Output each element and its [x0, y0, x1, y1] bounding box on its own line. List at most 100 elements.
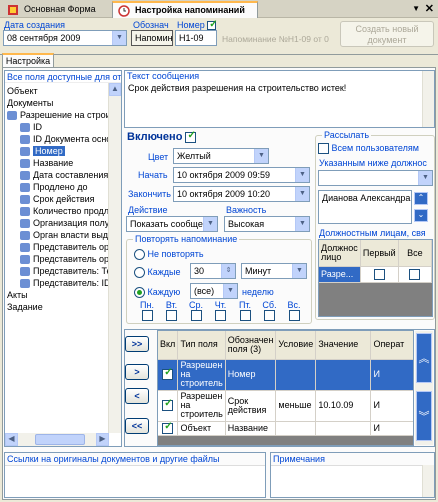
tree-item[interactable]: Представитель орга — [6, 253, 109, 265]
repeat-every-radio[interactable] — [134, 267, 145, 279]
tab-reminder-settings[interactable]: Настройка напоминаний — [112, 1, 258, 18]
all-users-option[interactable]: Всем пользователям — [318, 143, 419, 155]
cell-field[interactable]: Название — [225, 421, 277, 436]
cell-op[interactable]: И — [370, 390, 413, 422]
repeat-every-spinner[interactable]: 30 ⇕ — [190, 263, 236, 279]
tree-item[interactable]: ID — [6, 121, 109, 133]
recipients-list[interactable]: Дианова Александра — [318, 190, 412, 224]
repeat-each-radio[interactable] — [134, 287, 145, 299]
weekday-option[interactable]: Вс. — [283, 300, 305, 322]
designation-field[interactable]: Напомин — [131, 30, 173, 46]
chevron-down-icon[interactable]: ▼ — [295, 168, 309, 182]
repeat-unit-select[interactable]: Минут ▼ — [241, 263, 307, 279]
close-icon[interactable]: ✕ — [425, 2, 434, 15]
cell-value[interactable] — [315, 359, 372, 391]
column-header[interactable]: Тип поля — [177, 331, 226, 360]
weekday-checkbox[interactable] — [215, 310, 226, 322]
cell-cond[interactable] — [275, 359, 317, 391]
weekday-option[interactable]: Сб. — [259, 300, 281, 322]
scroll-left-icon[interactable]: ◀ — [5, 433, 18, 446]
cell-value[interactable]: 10.10.09 — [315, 390, 372, 422]
tree-item[interactable]: Представитель орга — [6, 241, 109, 253]
date-created-field[interactable]: 08 сентября 2009 ▼ — [3, 30, 127, 46]
tab-dropdown-icon[interactable]: ▼ — [412, 4, 420, 13]
all-users-checkbox[interactable] — [318, 143, 329, 155]
chevron-down-icon[interactable]: ▼ — [418, 171, 432, 185]
tree-item[interactable]: Продлено до — [6, 181, 109, 193]
table-row[interactable]: Разрешен на строительНомер И — [158, 359, 413, 391]
tree-item[interactable]: Акты — [6, 289, 109, 301]
cell-cond[interactable]: меньше — [275, 390, 317, 422]
vertical-scrollbar[interactable]: ▲ — [108, 83, 121, 433]
table-row[interactable]: Разрешен на строительСрок действияменьше… — [158, 390, 413, 422]
chevron-down-icon[interactable]: ▼ — [112, 31, 126, 45]
horizontal-scrollbar[interactable]: ◀ ▶ — [5, 433, 109, 446]
cell-op[interactable]: И — [370, 359, 413, 391]
weekday-option[interactable]: Ср. — [185, 300, 207, 322]
message-scrollbar[interactable] — [422, 71, 434, 127]
tree-item[interactable]: Документы — [6, 97, 109, 109]
chevron-down-icon[interactable]: ▼ — [223, 284, 237, 298]
weekday-checkbox[interactable] — [166, 310, 177, 322]
end-datetime[interactable]: 10 октября 2009 10:20 ▼ — [173, 186, 310, 202]
repeat-each-option[interactable]: Каждую — [134, 287, 180, 299]
chevron-down-icon[interactable]: ▼ — [295, 217, 309, 231]
create-document-button[interactable]: Создать новый документ — [340, 21, 434, 47]
chevron-up-double-icon[interactable]: ︽ — [416, 333, 432, 383]
start-datetime[interactable]: 10 октября 2009 09:59 ▼ — [173, 167, 310, 183]
official-cell[interactable]: Разре... — [319, 266, 361, 283]
cell-op[interactable]: И — [370, 421, 413, 436]
notes-panel[interactable]: Примечания — [270, 452, 435, 498]
move-button[interactable]: >> — [125, 336, 149, 352]
number-checkbox[interactable] — [207, 19, 218, 31]
number-field[interactable]: Н1-09 — [175, 30, 217, 46]
scroll-thumb[interactable] — [35, 434, 85, 445]
weekday-checkbox[interactable] — [239, 310, 251, 322]
table-row[interactable]: ОбъектНазвание И — [158, 421, 413, 436]
move-button[interactable]: << — [125, 418, 149, 434]
tree-item[interactable]: Разрешение на строите... — [6, 109, 109, 121]
tree-item[interactable]: Организация получа — [6, 217, 109, 229]
tree-item[interactable]: Дата составления — [6, 169, 109, 181]
column-header[interactable]: Значение — [315, 331, 372, 360]
cell-type[interactable]: Объект — [177, 421, 226, 436]
row-enabled-checkbox[interactable] — [162, 367, 174, 381]
tree-item[interactable]: Орган власти выдав — [6, 229, 109, 241]
weekday-option[interactable]: Пт. — [234, 300, 256, 322]
chevron-down-icon[interactable]: ▼ — [254, 149, 268, 163]
tree-item[interactable]: Представитель: Тек — [6, 265, 109, 277]
tab-main-form[interactable]: Основная Форма — [2, 2, 112, 18]
weekday-option[interactable]: Чт. — [210, 300, 232, 322]
position-select[interactable]: ▼ — [318, 170, 433, 186]
repeat-none-option[interactable]: Не повторять — [134, 249, 204, 261]
weekday-checkbox[interactable] — [288, 310, 300, 322]
tree-item[interactable]: Объект — [6, 85, 109, 97]
cell-cond[interactable] — [275, 421, 317, 436]
tree-item[interactable]: Количество продлен — [6, 205, 109, 217]
cell-type[interactable]: Разрешен на строитель — [177, 390, 226, 422]
enabled-checkbox[interactable] — [185, 130, 197, 143]
cell-field[interactable]: Срок действия — [225, 390, 277, 422]
color-select[interactable]: Желтый ▼ — [173, 148, 269, 164]
tree-item[interactable]: Задание — [6, 301, 109, 313]
tree-item[interactable]: ID Документа основ — [6, 133, 109, 145]
repeat-each-select[interactable]: (все) ▼ — [190, 283, 238, 299]
chevron-down-icon[interactable]: ▼ — [292, 264, 306, 278]
tree-item[interactable]: Название — [6, 157, 109, 169]
tree-item[interactable]: Номер — [6, 145, 109, 157]
chevron-down-icon[interactable]: ▼ — [203, 217, 217, 231]
file-links-panel[interactable]: Ссылки на оригиналы документов и другие … — [4, 452, 266, 498]
row-enabled-checkbox[interactable] — [162, 421, 174, 434]
cell-field[interactable]: Номер — [225, 359, 277, 391]
column-header[interactable]: Условие — [275, 331, 317, 360]
cell-value[interactable] — [315, 421, 372, 436]
importance-select[interactable]: Высокая ▼ — [224, 216, 310, 232]
tree-item[interactable]: Представитель: ID — [6, 277, 109, 289]
column-header[interactable]: Операт — [370, 331, 413, 360]
cell-type[interactable]: Разрешен на строитель — [177, 359, 226, 391]
first-checkbox[interactable] — [373, 268, 385, 280]
scroll-right-icon[interactable]: ▶ — [96, 433, 109, 446]
repeat-every-option[interactable]: Каждые — [134, 267, 181, 279]
message-textarea[interactable]: Срок действия разрешения на строительств… — [125, 81, 434, 95]
row-enabled-checkbox[interactable] — [162, 398, 174, 412]
